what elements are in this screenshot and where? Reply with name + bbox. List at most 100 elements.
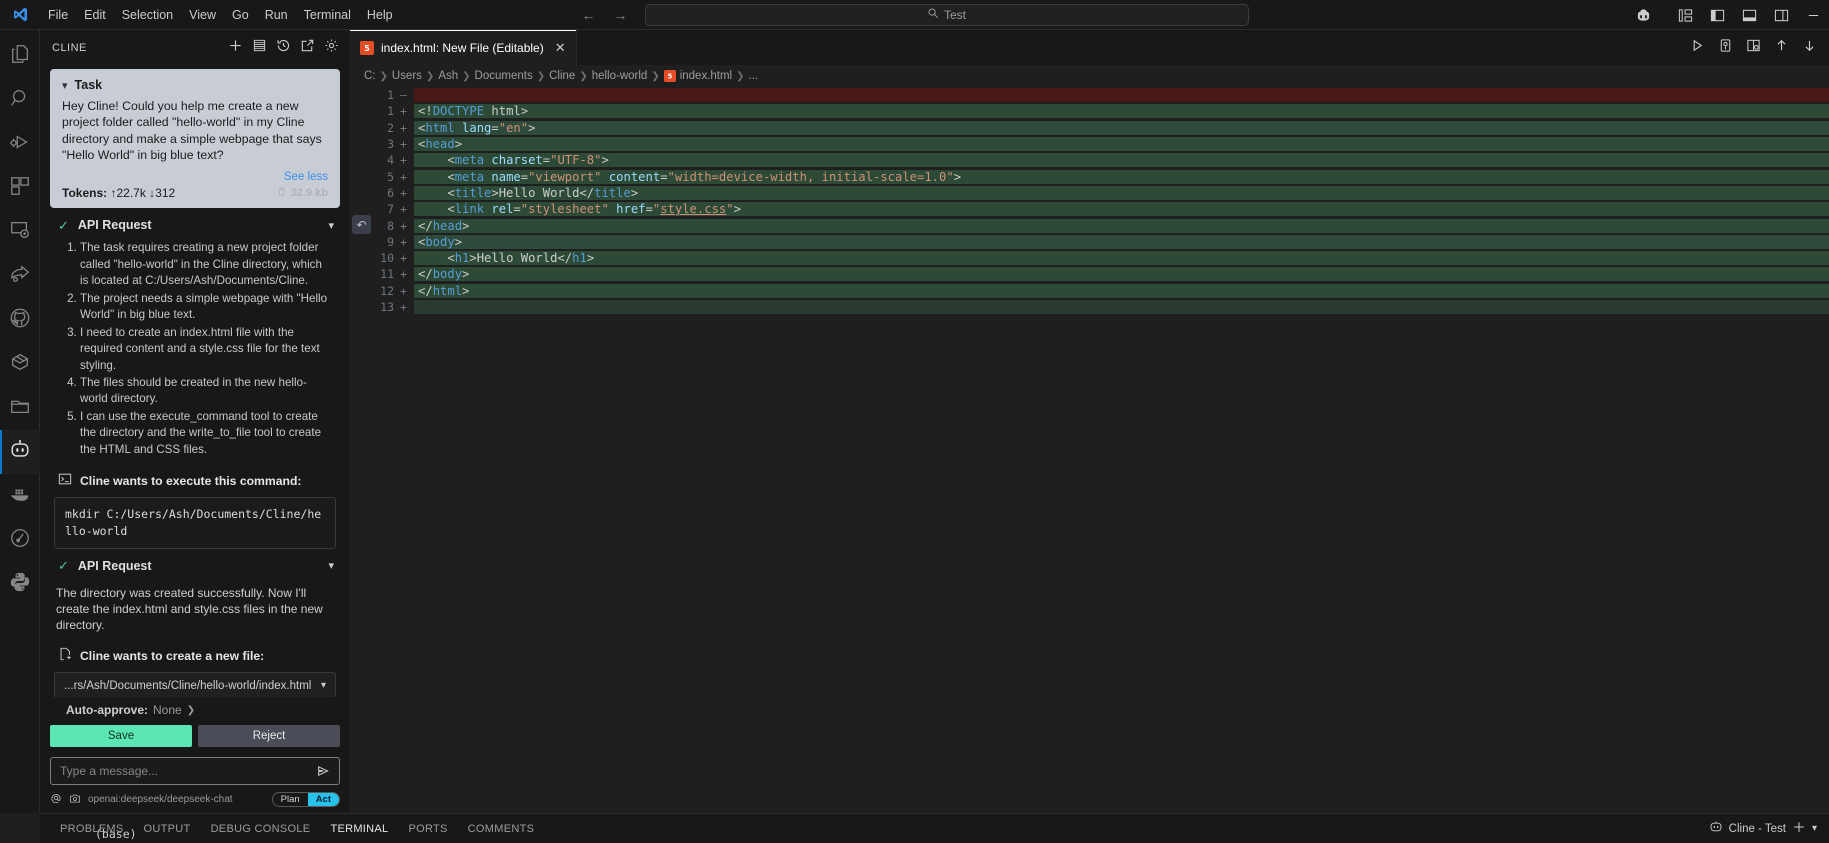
menu-file[interactable]: File	[40, 0, 76, 30]
undo-revert-icon[interactable]: ↶	[352, 215, 371, 234]
activity-item-share[interactable]	[0, 254, 40, 298]
see-less-link[interactable]: See less	[62, 171, 328, 183]
breadcrumb-item[interactable]: Documents	[475, 70, 533, 82]
breadcrumb-item[interactable]: Users	[392, 70, 422, 82]
code-editor[interactable]: ↶ 1— 1 + <!DOCTYPE html> 2 + <html lang="en">…	[350, 87, 1829, 811]
toggle-primary-sidebar-icon[interactable]	[1701, 0, 1733, 30]
arrow-left-icon[interactable]: ←	[581, 7, 597, 23]
code-line[interactable]: 9 + <body>	[350, 234, 1829, 250]
code-line[interactable]: 7 + <link rel="stylesheet" href="style.cs…	[350, 201, 1829, 217]
copilot-icon[interactable]	[1627, 0, 1659, 30]
code-line[interactable]: 2 + <html lang="en">	[350, 120, 1829, 136]
code-line[interactable]: 3 + <head>	[350, 136, 1829, 152]
activity-bar	[0, 30, 40, 813]
code-line[interactable]: 1 + <!DOCTYPE html>	[350, 103, 1829, 119]
breadcrumb-item[interactable]: hello-world	[592, 70, 648, 82]
settings-button[interactable]	[320, 37, 342, 59]
api-request-2-paragraph: The directory was created successfully. …	[56, 585, 323, 632]
activity-item-cline[interactable]	[0, 430, 40, 474]
activity-item-docker[interactable]	[0, 474, 40, 518]
api-request-2-header[interactable]: ✓ API Request ▾	[50, 549, 340, 581]
code-line[interactable]: 8 + </head>	[350, 217, 1829, 233]
api-request-2-label: API Request	[77, 558, 152, 573]
breadcrumb-item[interactable]: Ash	[438, 70, 458, 82]
command-box[interactable]: mkdir C:/Users/Ash/Documents/Cline/hello…	[54, 497, 336, 549]
new-task-button[interactable]	[224, 37, 246, 59]
message-box[interactable]	[50, 757, 340, 785]
save-button[interactable]: Save	[50, 725, 192, 747]
run-and-debug-button[interactable]	[1711, 34, 1739, 62]
previous-change-button[interactable]	[1767, 34, 1795, 62]
panel-tab-ports[interactable]: PORTS	[398, 814, 457, 843]
menu-go[interactable]: Go	[224, 0, 257, 30]
task-card[interactable]: ▾ Task Hey Cline! Could you help me crea…	[50, 69, 340, 209]
api-request-1-header[interactable]: ✓ API Request ▾	[50, 208, 340, 240]
code-line[interactable]: 10 + <h1>Hello World</h1>	[350, 250, 1829, 266]
menu-edit[interactable]: Edit	[76, 0, 114, 30]
reject-button[interactable]: Reject	[198, 725, 340, 747]
code-line[interactable]: 1—	[350, 87, 1829, 103]
activity-item-project-manager[interactable]	[0, 386, 40, 430]
activity-item-run-and-debug[interactable]	[0, 122, 40, 166]
panel-tab-output[interactable]: OUTPUT	[134, 814, 201, 843]
history-button[interactable]	[272, 37, 294, 59]
menu-help[interactable]: Help	[359, 0, 401, 30]
auto-approve-row[interactable]: Auto-approve: None ❯	[50, 697, 340, 725]
activity-item-python[interactable]	[0, 562, 40, 606]
chevron-down-icon[interactable]: ▾	[328, 219, 334, 232]
code-line[interactable]: 13 +	[350, 299, 1829, 315]
mcp-servers-button[interactable]	[248, 37, 270, 59]
breadcrumb-item[interactable]: ...	[749, 70, 759, 82]
screenshot-icon[interactable]	[69, 792, 81, 807]
activity-item-explorer[interactable]	[0, 34, 40, 78]
model-name[interactable]: openai:deepseek/deepseek-chat	[88, 794, 265, 805]
message-input[interactable]	[60, 764, 316, 778]
close-icon[interactable]: ✕	[555, 41, 566, 54]
menu-selection[interactable]: Selection	[114, 0, 181, 30]
plan-act-toggle[interactable]: Plan Act	[271, 792, 340, 807]
activity-item-continue[interactable]	[0, 342, 40, 386]
file-path-select[interactable]: ...rs/Ash/Documents/Cline/hello-world/in…	[54, 672, 336, 697]
mention-icon[interactable]	[50, 792, 62, 807]
breadcrumb-item[interactable]: Cline	[549, 70, 575, 82]
editor-tab-index-html[interactable]: 5 index.html: New File (Editable) ✕	[350, 30, 577, 65]
toggle-secondary-sidebar-icon[interactable]	[1765, 0, 1797, 30]
activity-item-remote-explorer[interactable]	[0, 210, 40, 254]
activity-item-clock[interactable]	[0, 518, 40, 562]
task-header[interactable]: ▾ Task	[62, 78, 328, 92]
menu-run[interactable]: Run	[257, 0, 296, 30]
task-size-chip[interactable]: 32.9 kb	[276, 186, 328, 200]
split-editor-button[interactable]	[1739, 34, 1767, 62]
panel-tab-terminal[interactable]: TERMINAL	[320, 814, 398, 843]
minimize-icon[interactable]	[1797, 0, 1829, 30]
share-icon	[9, 263, 31, 290]
code-line[interactable]: 5 + <meta name="viewport" content="width=…	[350, 168, 1829, 184]
code-line[interactable]: 11 + </body>	[350, 266, 1829, 282]
open-in-editor-button[interactable]	[296, 37, 318, 59]
act-mode-segment[interactable]: Act	[307, 793, 339, 806]
panel-tab-comments[interactable]: COMMENTS	[458, 814, 545, 843]
activity-item-search[interactable]	[0, 78, 40, 122]
plus-icon[interactable]	[1792, 820, 1806, 837]
activity-item-extensions[interactable]	[0, 166, 40, 210]
menu-view[interactable]: View	[181, 0, 224, 30]
activity-item-github[interactable]	[0, 298, 40, 342]
arrow-right-icon[interactable]: →	[613, 7, 629, 23]
chevron-down-icon[interactable]: ▾	[1812, 823, 1817, 834]
next-change-button[interactable]	[1795, 34, 1823, 62]
code-line[interactable]: 6 + <title>Hello World</title>	[350, 185, 1829, 201]
command-center[interactable]: Test	[644, 3, 1249, 26]
breadcrumb-item[interactable]: C:	[364, 70, 376, 82]
plan-mode-segment[interactable]: Plan	[273, 793, 308, 806]
code-line[interactable]: 4 + <meta charset="UTF-8">	[350, 152, 1829, 168]
send-icon[interactable]	[316, 764, 330, 778]
chevron-down-icon[interactable]: ▾	[328, 559, 334, 572]
layout-panel-icon[interactable]	[1669, 0, 1701, 30]
menu-terminal[interactable]: Terminal	[296, 0, 359, 30]
terminal-name[interactable]: Cline - Test	[1729, 823, 1786, 835]
toggle-panel-icon[interactable]	[1733, 0, 1765, 30]
panel-tab-debug-console[interactable]: DEBUG CONSOLE	[201, 814, 321, 843]
code-line[interactable]: 12 + </html>	[350, 283, 1829, 299]
run-button[interactable]	[1683, 34, 1711, 62]
breadcrumb-item[interactable]: index.html	[680, 70, 732, 82]
